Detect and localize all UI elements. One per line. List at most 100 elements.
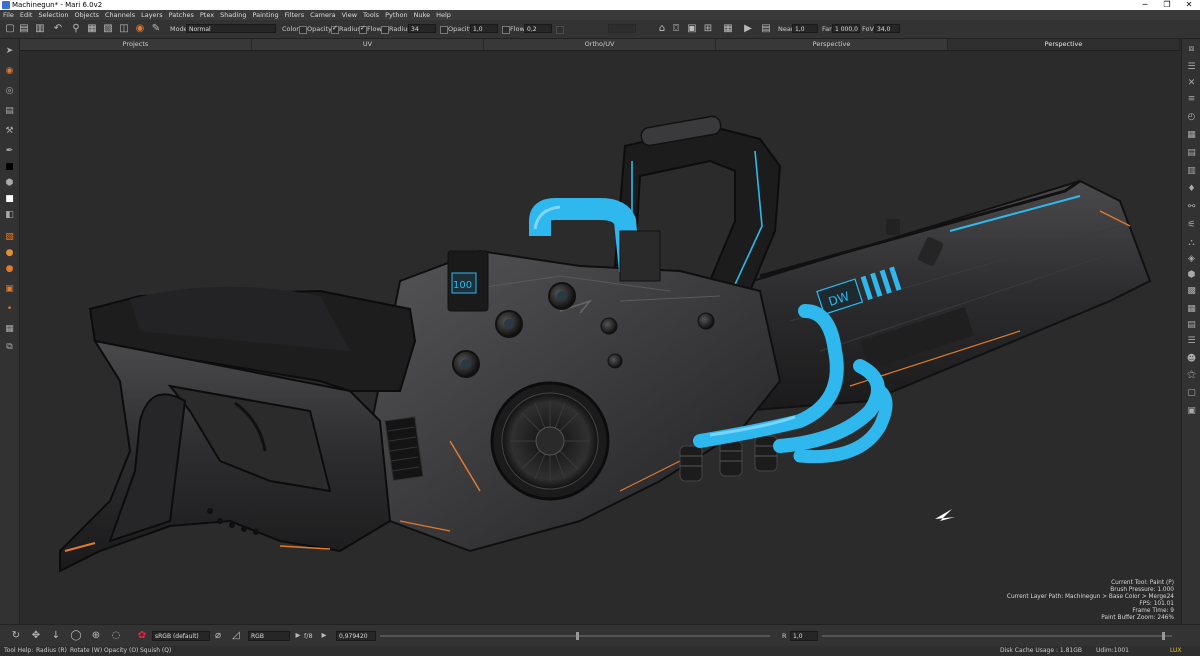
render-icon[interactable]: ▤ [760,23,772,35]
projection-icon[interactable]: ▧ [3,231,16,244]
palette-history-icon[interactable]: ◴ [1185,111,1198,124]
foreground-color-swatch[interactable]: ■ [3,161,16,174]
menu-layers[interactable]: Layers [138,10,166,20]
colorspace-dropdown[interactable]: sRGB (default) [152,631,210,641]
opacity-field[interactable]: 1,0 [470,24,498,33]
target-icon[interactable]: ⊕ [90,630,102,642]
reset-icon[interactable]: ⌀ [212,630,224,642]
tab-ortho-uv[interactable]: Ortho/UV [484,39,716,50]
menu-file[interactable]: File [0,10,17,20]
minimize-button[interactable]: ─ [1134,0,1156,10]
menu-channels[interactable]: Channels [102,10,138,20]
new-project-icon[interactable]: ▢ [4,23,16,35]
perspective-viewport[interactable]: DW 100 Current Tool: Paint (P) Brush Pre… [20,51,1180,624]
r-slider[interactable] [822,632,1172,640]
menu-filters[interactable]: Filters [282,10,307,20]
radius-checkbox[interactable] [359,24,367,34]
menu-painting[interactable]: Painting [249,10,281,20]
undo-icon[interactable]: ↶ [52,23,64,35]
menu-shading[interactable]: Shading [217,10,249,20]
tab-perspective[interactable]: Perspective [716,39,948,50]
pan-icon[interactable]: ✥ [30,630,42,642]
brush-icon[interactable]: ✎ [150,23,162,35]
mode-dropdown[interactable]: Normal [186,24,276,33]
layers-stack-icon[interactable]: ▤ [3,105,16,118]
camera-icon[interactable]: ⌂ [656,23,668,35]
channel-dropdown[interactable]: RGB [248,631,290,641]
menu-ptex[interactable]: Ptex [197,10,217,20]
paint-target-icon[interactable]: ◉ [3,65,16,78]
palette-shapes-icon[interactable]: ◈ [1185,253,1198,266]
palette-stripe-icon[interactable]: ▥ [1185,165,1198,178]
rotate-view-icon[interactable]: ↻ [10,630,22,642]
menu-objects[interactable]: Objects [71,10,102,20]
palette-list-icon[interactable]: ☰ [1185,61,1198,74]
grid-icon[interactable]: ▦ [86,23,98,35]
open-icon[interactable]: ▤ [18,23,30,35]
pressure-checkbox[interactable] [556,26,564,34]
gain-field[interactable]: 0,979420 [336,631,376,641]
menu-edit[interactable]: Edit [17,10,36,20]
pressure-field[interactable] [608,24,636,33]
near-field[interactable]: 1,0 [792,24,818,33]
palette-box-icon[interactable]: ▢ [1185,387,1198,400]
frame-select-icon[interactable]: ▣ [3,283,16,296]
palette-nodes-icon[interactable]: ⛬ [1185,237,1198,250]
radius-field[interactable]: 34 [408,24,436,33]
dot-icon[interactable]: • [3,303,16,316]
tile-icon[interactable]: ▦ [3,323,16,336]
radius-field-checkbox[interactable] [381,26,389,34]
menu-tools[interactable]: Tools [360,10,382,20]
split-view-icon[interactable]: ⊞ [702,23,714,35]
exposure-icon[interactable]: ▸ [292,630,304,642]
palette-1-icon[interactable]: ⧈ [1185,43,1198,56]
menu-camera[interactable]: Camera [307,10,339,20]
snapshot-icon[interactable]: ◫ [118,23,130,35]
palette-wand-icon[interactable]: ⚝ [1185,369,1198,382]
fov-field[interactable]: 34,0 [874,24,900,33]
copy-icon[interactable]: ⧉ [3,341,16,354]
sphere-icon[interactable]: ● [3,247,16,260]
close-button[interactable]: ✕ [1178,0,1200,10]
frame-icon[interactable]: ▣ [686,23,698,35]
palette-link-icon[interactable]: ⚯ [1185,201,1198,214]
palette-table-icon[interactable]: ▦ [1185,303,1198,316]
dotted-circle-icon[interactable]: ◌ [110,630,122,642]
lock-icon[interactable]: ⌼ [670,23,682,35]
palette-doc-icon[interactable]: ▤ [1185,319,1198,332]
menu-view[interactable]: View [339,10,360,20]
play-icon[interactable]: ▶ [742,23,754,35]
flow-field[interactable]: 0,2 [524,24,552,33]
lut-icon[interactable]: ◿ [230,630,242,642]
layers-icon[interactable]: ▧ [102,23,114,35]
tab-perspective-active[interactable]: Perspective [948,39,1180,50]
grid-toggle-icon[interactable]: ▦ [722,23,734,35]
palette-texture-icon[interactable]: ▩ [1185,285,1198,298]
pick-icon[interactable]: ⚲ [70,23,82,35]
palette-grid-icon[interactable]: ▦ [1185,129,1198,142]
maximize-button[interactable]: ❐ [1156,0,1178,10]
opacity-checkbox[interactable] [331,24,339,34]
palette-sliders-icon[interactable]: ⚟ [1185,219,1198,232]
flow-field-checkbox[interactable] [502,26,510,34]
color-checkbox[interactable] [299,26,307,34]
gain-slider[interactable] [380,632,770,640]
tab-uv[interactable]: UV [252,39,484,50]
r-field[interactable]: 1,0 [790,631,818,641]
background-color-swatch[interactable]: ■ [3,193,16,206]
palette-person-icon[interactable]: ☻ [1185,353,1198,366]
light-bulb-icon[interactable]: ♦ [1185,183,1198,196]
tab-projects[interactable]: Projects [20,39,252,50]
color-wheel-icon[interactable]: ✿ [136,630,148,642]
gamma-icon[interactable]: ▸ [318,630,330,642]
paint-tool-icon[interactable]: ◉ [134,23,146,35]
material-sphere-icon[interactable]: ● [3,263,16,276]
down-arrow-icon[interactable]: ↓ [50,630,62,642]
transform-icon[interactable]: ⚒ [3,125,16,138]
cube-icon[interactable]: ⬢ [3,177,16,190]
menu-patches[interactable]: Patches [166,10,197,20]
save-icon[interactable]: ▥ [34,23,46,35]
swap-colors-icon[interactable]: ◧ [3,209,16,222]
menu-help[interactable]: Help [433,10,454,20]
palette-rows-icon[interactable]: ▤ [1185,147,1198,160]
